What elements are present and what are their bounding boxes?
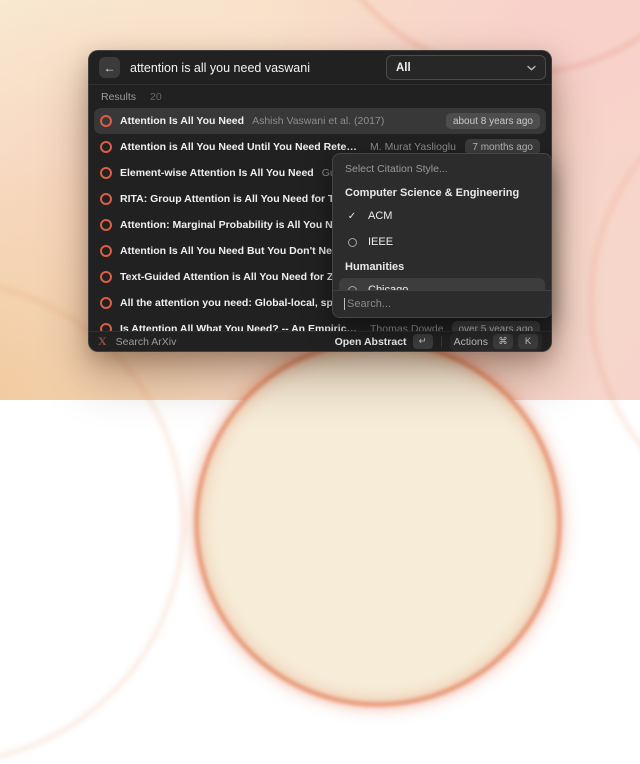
option-label: IEEE [368, 236, 393, 248]
results-label: Results [101, 91, 136, 103]
citation-style-option[interactable]: IEEE [339, 230, 545, 254]
open-abstract-button[interactable]: Open Abstract ↵ [335, 334, 433, 349]
category-dropdown[interactable]: All [386, 55, 546, 80]
wallpaper-arc [590, 70, 640, 534]
paper-circle-icon [100, 141, 112, 153]
k-key-icon: K [518, 334, 538, 349]
radio-circle [348, 238, 357, 247]
result-title: Attention Is All You Need [120, 115, 244, 127]
result-age-badge: about 8 years ago [446, 113, 540, 129]
footer-divider [441, 336, 442, 347]
results-header: Results 20 [89, 85, 551, 108]
radio-circle-icon [345, 238, 359, 247]
arxiv-logo-icon: X [98, 334, 107, 349]
results-count: 20 [150, 91, 162, 103]
raycast-search-window: ← attention is all you need vaswani All … [88, 50, 552, 352]
citation-menu-body: Computer Science & Engineering ✓ ACM IEE… [333, 182, 551, 302]
actions-label: Actions [454, 336, 488, 348]
footer-actions: Open Abstract ↵ Actions ⌘ K [335, 332, 542, 351]
cmd-key-icon: ⌘ [493, 334, 513, 349]
result-title: All the attention you need: Global-local… [120, 297, 362, 309]
search-query-input[interactable]: attention is all you need vaswani [130, 61, 310, 75]
open-abstract-label: Open Abstract [335, 336, 407, 348]
result-title: Element-wise Attention Is All You Need [120, 167, 314, 179]
back-button[interactable]: ← [99, 57, 120, 78]
result-title: Attention: Marginal Probability is All Y… [120, 219, 357, 231]
result-authors: M. Murat Yaslioglu (2025) [370, 141, 457, 153]
citation-section-header: Computer Science & Engineering [333, 182, 551, 204]
result-title: Text-Guided Attention is All You Need fo… [120, 271, 362, 283]
paper-circle-icon [100, 167, 112, 179]
result-title: RITA: Group Attention is All You Need fo… [120, 193, 362, 205]
paper-circle-icon [100, 193, 112, 205]
citation-menu-title: Select Citation Style... [333, 156, 551, 182]
paper-circle-icon [100, 245, 112, 257]
paper-circle-icon [100, 115, 112, 127]
result-authors: Ashish Vaswani et al. (2017) [252, 115, 384, 127]
check-icon: ✓ [345, 211, 359, 222]
result-title: Attention Is All You Need But You Don't … [120, 245, 362, 257]
citation-style-menu: Select Citation Style... Computer Scienc… [332, 153, 552, 318]
footer-bar: X Search ArXiv Open Abstract ↵ Actions ⌘… [89, 331, 551, 351]
actions-button[interactable]: Actions ⌘ K [450, 332, 542, 351]
search-header: ← attention is all you need vaswani All [89, 51, 551, 85]
result-row[interactable]: Attention Is All You Need Ashish Vaswani… [94, 108, 546, 134]
paper-circle-icon [100, 219, 112, 231]
paper-circle-icon [100, 271, 112, 283]
paper-circle-icon [100, 297, 112, 309]
option-label: ACM [368, 210, 392, 222]
text-caret [344, 298, 345, 310]
citation-search-input[interactable]: Search... [333, 290, 551, 317]
result-title: Attention is All You Need Until You Need… [120, 141, 362, 153]
wallpaper-arc [195, 340, 561, 706]
wallpaper-arc [0, 280, 184, 764]
app-label: Search ArXiv [116, 336, 177, 348]
category-dropdown-value: All [396, 62, 411, 74]
citation-style-option[interactable]: ✓ ACM [339, 204, 545, 228]
citation-search-placeholder: Search... [347, 298, 391, 310]
citation-section-header: Humanities [333, 256, 551, 278]
chevron-down-icon [527, 65, 536, 71]
enter-key-icon: ↵ [413, 334, 433, 349]
